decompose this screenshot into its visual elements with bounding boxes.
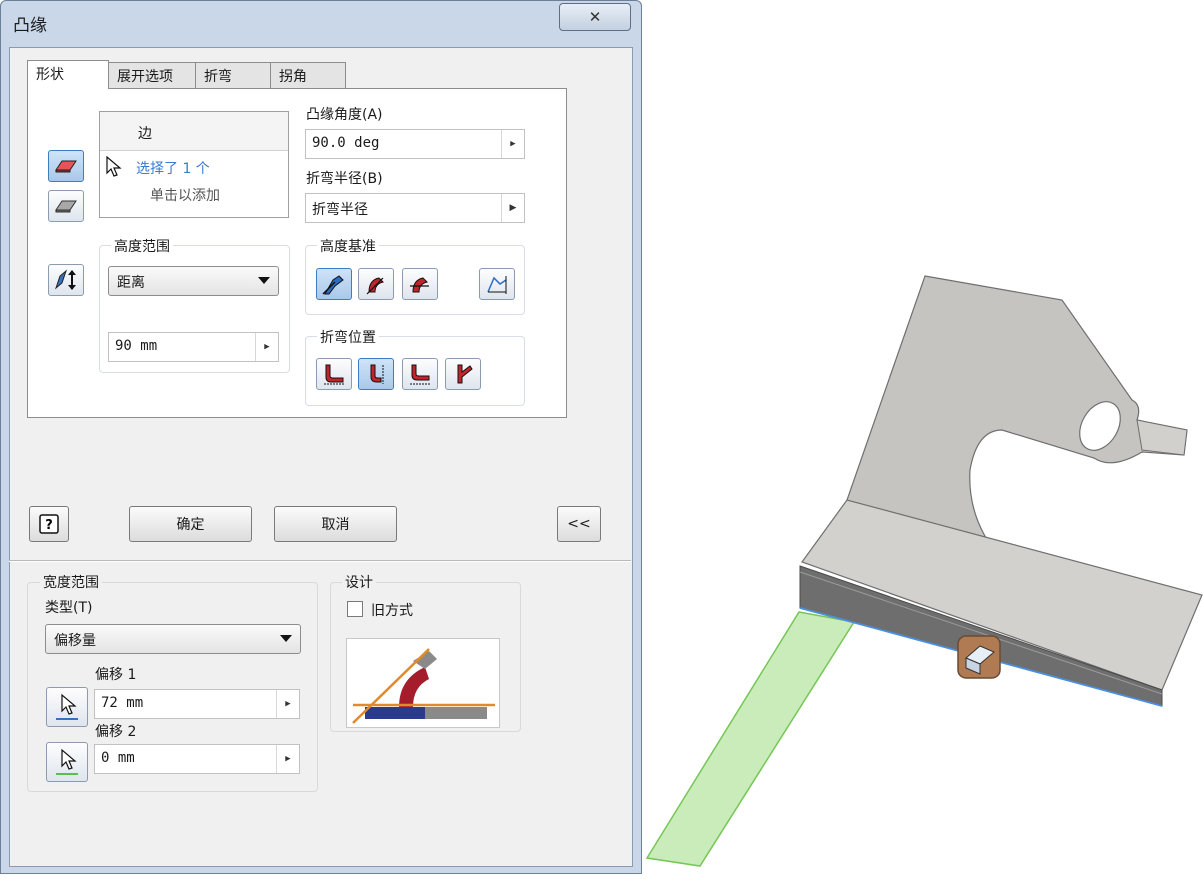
flange-angle-label: 凸缘角度(A) xyxy=(306,107,383,123)
height-extents-label: 高度范围 xyxy=(111,236,173,256)
close-icon: ✕ xyxy=(588,8,602,26)
bend-inside-icon xyxy=(324,364,344,385)
edges-selected-count[interactable]: 选择了 1 个 xyxy=(136,158,210,178)
bend-radius-label: 折弯半径(B) xyxy=(306,171,383,187)
flip-direction-icon xyxy=(54,269,76,290)
offset1-label: 偏移 1 xyxy=(95,667,137,683)
cursor-arrow-icon xyxy=(106,156,122,177)
collapse-button[interactable]: << xyxy=(557,506,601,542)
datum-align-button[interactable] xyxy=(479,268,515,300)
bend-inside-plane-button[interactable] xyxy=(316,358,352,390)
cancel-button[interactable]: 取消 xyxy=(274,506,397,542)
close-button[interactable]: ✕ xyxy=(559,3,631,31)
help-button[interactable]: ? xyxy=(29,506,69,542)
datum-inner-icon xyxy=(366,277,384,295)
tab-shape[interactable]: 形状 xyxy=(27,60,109,89)
chevron-down-icon xyxy=(280,635,292,642)
contour-select-mode-button[interactable] xyxy=(48,190,84,222)
face-mode-icon xyxy=(55,200,77,213)
datum-outer-icon xyxy=(322,275,344,295)
edges-header: 边 xyxy=(138,126,152,142)
dialog-title: 凸缘 xyxy=(13,16,47,36)
arrow-right-icon[interactable]: ▶ xyxy=(255,333,278,361)
old-method-checkbox[interactable] xyxy=(347,601,363,617)
edge-mode-icon xyxy=(55,160,77,173)
model-viewport[interactable] xyxy=(642,0,1203,879)
help-icon: ? xyxy=(39,514,59,534)
bend-outside-icon xyxy=(410,364,430,385)
bend-radius-value: 折弯半径 xyxy=(312,202,368,218)
bend-adjacent-icon xyxy=(370,364,384,384)
height-extents-type-value: 距离 xyxy=(117,275,145,291)
tab-label: 形状 xyxy=(36,67,64,83)
chevron-down-icon xyxy=(258,277,270,284)
title-bar[interactable]: 凸缘 ✕ xyxy=(1,1,641,45)
offset2-select-button[interactable] xyxy=(46,742,88,782)
arrow-right-icon[interactable]: ▶ xyxy=(276,745,299,773)
datum-inner-mold-button[interactable] xyxy=(358,268,394,300)
ok-button-label: 确定 xyxy=(176,517,205,533)
bend-from-adjacent-face-button[interactable] xyxy=(358,358,394,390)
height-datum-label: 高度基准 xyxy=(317,236,379,256)
edges-header-row: 边 xyxy=(100,112,288,151)
collapse-button-label: << xyxy=(567,516,591,532)
tab-unfold-options[interactable]: 展开选项 xyxy=(108,62,196,89)
height-distance-value: 90 mm xyxy=(115,338,158,354)
datum-tangent-button[interactable] xyxy=(402,268,438,300)
width-type-value: 偏移量 xyxy=(54,633,96,649)
svg-text:?: ? xyxy=(45,518,53,533)
tab-label: 拐角 xyxy=(279,69,307,85)
offset1-select-button[interactable] xyxy=(46,687,88,727)
offset2-label: 偏移 2 xyxy=(95,724,137,740)
ok-button[interactable]: 确定 xyxy=(129,506,252,542)
tab-bend[interactable]: 折弯 xyxy=(195,62,271,89)
bend-tangent-button[interactable] xyxy=(445,358,481,390)
select-pointer-icon xyxy=(56,748,78,775)
flange-angle-value: 90.0 deg xyxy=(312,135,380,151)
width-extents-label: 宽度范围 xyxy=(40,572,102,592)
design-preview-image xyxy=(346,638,500,728)
cancel-button-label: 取消 xyxy=(321,517,350,533)
edge-select-mode-button[interactable] xyxy=(48,150,84,182)
offset1-input[interactable]: 72 mm ▶ xyxy=(94,689,300,719)
width-type-select[interactable]: 偏移量 xyxy=(45,624,301,654)
arrow-right-icon[interactable]: ▶ xyxy=(276,690,299,718)
tab-corner[interactable]: 拐角 xyxy=(270,62,346,89)
flange-angle-input[interactable]: 90.0 deg ▶ xyxy=(305,129,525,159)
bend-tangent-icon xyxy=(457,364,473,384)
datum-tangent-icon xyxy=(410,277,429,293)
bend-outside-plane-button[interactable] xyxy=(402,358,438,390)
edges-click-to-add[interactable]: 单击以添加 xyxy=(150,185,220,205)
select-pointer-icon xyxy=(56,693,78,720)
flange-preview xyxy=(645,611,856,867)
arrow-right-icon[interactable]: ▶ xyxy=(501,194,524,222)
divider xyxy=(9,561,631,562)
tab-label: 折弯 xyxy=(204,69,232,85)
height-distance-input[interactable]: 90 mm ▶ xyxy=(108,332,279,362)
datum-align-icon xyxy=(487,276,507,294)
design-label: 设计 xyxy=(342,572,376,592)
arrow-right-icon[interactable]: ▶ xyxy=(501,130,524,158)
bend-radius-input[interactable]: 折弯半径 ▶ xyxy=(305,193,525,223)
offset2-value: 0 mm xyxy=(101,750,135,766)
edges-listbox[interactable]: 边 选择了 1 个 单击以添加 xyxy=(99,111,289,218)
offset2-input[interactable]: 0 mm ▶ xyxy=(94,744,300,774)
bend-design-illustration xyxy=(352,648,495,724)
old-method-label: 旧方式 xyxy=(371,603,413,619)
offset1-value: 72 mm xyxy=(101,695,144,711)
width-type-label: 类型(T) xyxy=(45,600,93,616)
hook-tab xyxy=(1136,419,1188,456)
height-extents-type-select[interactable]: 距离 xyxy=(108,266,279,296)
datum-outer-mold-button[interactable] xyxy=(316,268,352,300)
bend-position-label: 折弯位置 xyxy=(317,327,379,347)
flip-direction-button[interactable] xyxy=(48,264,84,296)
tab-label: 展开选项 xyxy=(117,69,173,85)
